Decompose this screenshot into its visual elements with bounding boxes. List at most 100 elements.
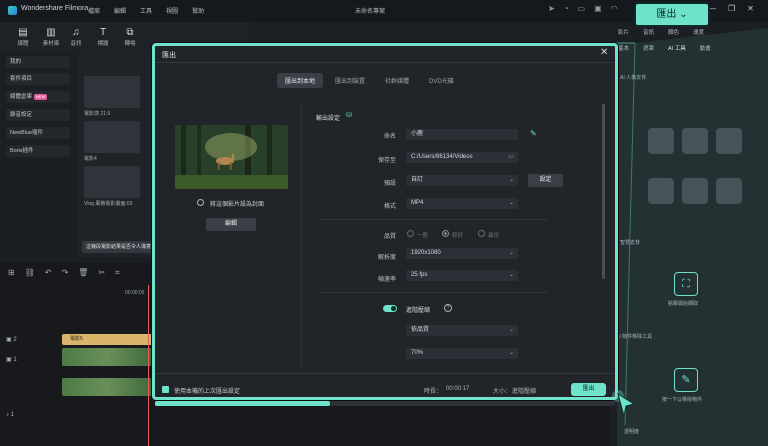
format-select[interactable]: MP4 ⌄ <box>406 198 518 209</box>
subtab-ai-tools[interactable]: AI 工具 <box>668 44 686 52</box>
help-icon[interactable]: ? <box>444 304 452 312</box>
file-name-input[interactable]: 小鹿 <box>406 129 518 140</box>
opacity-label: 透明度 <box>624 429 640 435</box>
output-settings-heading: 輸出設定 <box>316 116 341 122</box>
title-clip[interactable]: 電影5 <box>62 334 152 345</box>
preset-select[interactable]: 自訂 ⌄ <box>406 175 518 186</box>
menu-item-help[interactable]: 幫助 <box>192 6 204 15</box>
settings-scrollbar[interactable] <box>602 104 605 279</box>
save-path-field[interactable]: C:/Users/86134/Videos ▭ <box>406 152 518 163</box>
quality-radio-normal[interactable] <box>407 230 414 237</box>
layout-icon[interactable]: ▭ <box>578 4 586 13</box>
effect-tile[interactable] <box>716 178 742 204</box>
crop-icon[interactable]: ⌗ <box>115 268 120 278</box>
export-progress-fill <box>155 401 330 406</box>
menu-item-file[interactable]: 檔案 <box>88 6 100 15</box>
sidebar-item-boris[interactable]: Boris插件 <box>6 145 70 157</box>
edit-cover-button[interactable]: 編輯 <box>206 218 256 231</box>
dialog-title: 匯出 <box>162 52 176 59</box>
send-icon[interactable]: ➤ <box>548 4 555 13</box>
video-clip[interactable] <box>62 378 152 396</box>
tab-video[interactable]: 影片 <box>618 28 629 36</box>
timeline-toolbar: ⊞ ⛓ ↶ ↷ 🗑 ✂ ⌗ <box>8 268 120 278</box>
subtab-animation[interactable]: 動畫 <box>700 44 711 52</box>
effect-tile[interactable] <box>648 178 674 204</box>
track-video-icon: ▣ 1 <box>6 357 17 363</box>
media-thumbnail[interactable] <box>84 166 140 198</box>
undo-icon[interactable]: ↶ <box>45 268 52 278</box>
restore-icon[interactable]: ❐ <box>728 4 735 13</box>
title-icons: ➤ ◔ ▭ ▣ ◠ <box>548 4 618 13</box>
track-audio-icon: ♪ 1 <box>6 412 15 418</box>
subtab-basic[interactable]: 基本 <box>618 44 629 52</box>
close-icon[interactable]: ✕ <box>600 47 608 58</box>
tab-export-device[interactable]: 匯出到裝置 <box>327 73 373 88</box>
quality-label: 品質 <box>383 234 396 240</box>
mouse-cursor-icon <box>612 390 636 417</box>
redo-icon[interactable]: ↷ <box>62 268 69 278</box>
settings-storage-icon[interactable]: ⛁ <box>346 111 352 119</box>
size-value: 進階壓縮 <box>512 389 537 395</box>
delete-icon[interactable]: 🗑 <box>78 268 88 278</box>
tab-audio[interactable]: 音訊 <box>643 28 654 36</box>
sidebar-item-recording[interactable]: 錄音設定 <box>6 109 70 121</box>
subtab-mask[interactable]: 遮罩 <box>643 44 654 52</box>
sidebar-item-library[interactable]: 媒體倉庫 NEW <box>6 91 70 103</box>
remember-settings-checkbox[interactable] <box>162 386 169 393</box>
tab-export-dvd[interactable]: DVD光碟 <box>421 73 462 88</box>
preset-settings-button[interactable]: 設定 <box>528 174 563 187</box>
toolbar-audio-button[interactable]: ♫ 音訊 <box>65 27 87 47</box>
frame-rate-select[interactable]: 25 fps ⌄ <box>406 270 518 281</box>
quality-radio-better[interactable] <box>442 230 449 237</box>
toolbar-title-button[interactable]: T 標題 <box>92 27 114 47</box>
tab-export-social[interactable]: 社群媒體 <box>377 73 417 88</box>
tab-speed[interactable]: 速度 <box>693 28 704 36</box>
menu-item-edit[interactable]: 編輯 <box>114 6 126 15</box>
playhead[interactable] <box>148 285 149 446</box>
sidebar-item-packs[interactable]: 套件項目 <box>6 73 70 85</box>
feedback-tip: 這幾段電影結果是否令人滿意 <box>82 241 152 253</box>
cover-frame-radio[interactable] <box>197 199 204 206</box>
effect-tile[interactable] <box>716 128 742 154</box>
tab-color[interactable]: 顏色 <box>668 28 679 36</box>
smart-cutout-icon[interactable]: ⛶ <box>674 272 698 296</box>
ai-rename-icon[interactable]: ✎ <box>530 129 537 138</box>
media-thumbnail[interactable] <box>84 76 140 108</box>
quality-radio-best[interactable] <box>478 230 485 237</box>
advanced-compression-toggle[interactable] <box>383 305 397 312</box>
thumbnail-label: 電影4 <box>84 156 97 162</box>
headset-icon[interactable]: ◠ <box>611 4 618 13</box>
close-window-icon[interactable]: ✕ <box>747 4 754 13</box>
object-remover-icon[interactable]: ✎ <box>674 368 698 392</box>
compression-mode-select[interactable]: 依品質 ⌄ <box>406 325 518 336</box>
new-badge: NEW <box>34 94 48 100</box>
select-tool-icon[interactable]: ⊞ <box>8 268 15 278</box>
save-icon[interactable]: ▣ <box>594 4 602 13</box>
media-thumbnail[interactable] <box>84 121 140 153</box>
toolbar-stock-button[interactable]: ▥ 素材庫 <box>40 27 62 47</box>
compression-level-select[interactable]: 70% ⌄ <box>406 348 518 359</box>
quality-option-normal: 一般 <box>417 233 429 239</box>
effect-tile[interactable] <box>648 128 674 154</box>
quality-option-best: 最佳 <box>488 233 500 239</box>
folder-icon[interactable]: ▭ <box>508 152 514 163</box>
toolbar-media-button[interactable]: ▤ 媒體 <box>12 27 34 47</box>
bell-icon[interactable]: ◔ <box>564 4 569 13</box>
split-icon[interactable]: ✂ <box>98 268 105 278</box>
resolution-select[interactable]: 1920x1080 ⌄ <box>406 248 518 259</box>
tab-export-local[interactable]: 匯出到本地 <box>277 73 324 88</box>
sidebar-item-mine[interactable]: 我的 <box>6 56 70 68</box>
link-icon[interactable]: ⛓ <box>25 268 35 278</box>
chevron-down-icon: ⌄ <box>508 272 514 278</box>
chevron-down-icon: ⌄ <box>508 350 514 356</box>
export-callout-button[interactable]: 匯出 ⌄ <box>634 2 710 27</box>
sidebar-item-newblue[interactable]: NewBlue插件 <box>6 127 70 139</box>
video-clip[interactable] <box>62 348 152 366</box>
toolbar-transition-button[interactable]: ⧉ 轉場 <box>119 27 141 47</box>
export-button[interactable]: 匯出 <box>571 383 606 396</box>
effect-tile[interactable] <box>682 178 708 204</box>
dialog-column-divider <box>301 103 302 368</box>
menu-item-tools[interactable]: 工具 <box>140 6 152 15</box>
effect-tile[interactable] <box>682 128 708 154</box>
menu-item-view[interactable]: 視圖 <box>166 6 178 15</box>
